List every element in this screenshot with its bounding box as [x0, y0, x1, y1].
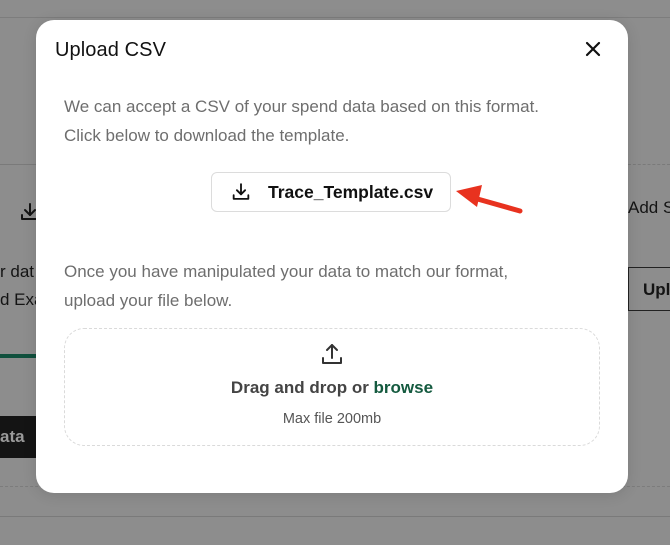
background-divider: [0, 164, 40, 165]
dropzone-text: Drag and drop or browse: [65, 378, 599, 398]
description-line: Click below to download the template.: [64, 126, 350, 145]
dropzone-prefix: Drag and drop or: [230, 378, 374, 397]
background-upload-label: Upl: [643, 280, 670, 299]
upload-instructions: Once you have manipulated your data to m…: [64, 257, 604, 315]
instruction-line: upload your file below.: [64, 291, 233, 310]
download-button-label: Trace_Template.csv: [268, 181, 434, 202]
modal-title: Upload CSV: [55, 39, 167, 61]
description-line: We can accept a CSV of your spend data b…: [64, 97, 540, 116]
file-dropzone[interactable]: Drag and drop or browse Max file 200mb: [64, 328, 600, 446]
browse-link[interactable]: browse: [374, 378, 434, 397]
background-tab-indicator: [0, 354, 36, 358]
background-add-link: Add S: [628, 198, 670, 217]
max-file-size: Max file 200mb: [282, 411, 382, 427]
upload-csv-modal: Upload CSV We can accept a CSV of your s…: [36, 20, 628, 493]
background-text: r dat: [0, 262, 35, 281]
background-divider: [0, 516, 670, 517]
background-divider: [0, 17, 670, 18]
background-text: d Exa: [0, 290, 36, 309]
modal-description: We can accept a CSV of your spend data b…: [64, 92, 604, 150]
red-arrow-icon: [456, 185, 523, 214]
background-button: ata: [0, 416, 36, 458]
background-button-label: ata: [0, 427, 25, 446]
instruction-line: Once you have manipulated your data to m…: [64, 262, 509, 281]
background-divider: [628, 164, 670, 165]
background-upload-button: Upl: [628, 267, 670, 311]
upload-icon: [322, 344, 342, 364]
download-icon: [232, 183, 250, 200]
download-template-button[interactable]: Trace_Template.csv: [211, 172, 451, 212]
close-icon[interactable]: [582, 38, 604, 60]
